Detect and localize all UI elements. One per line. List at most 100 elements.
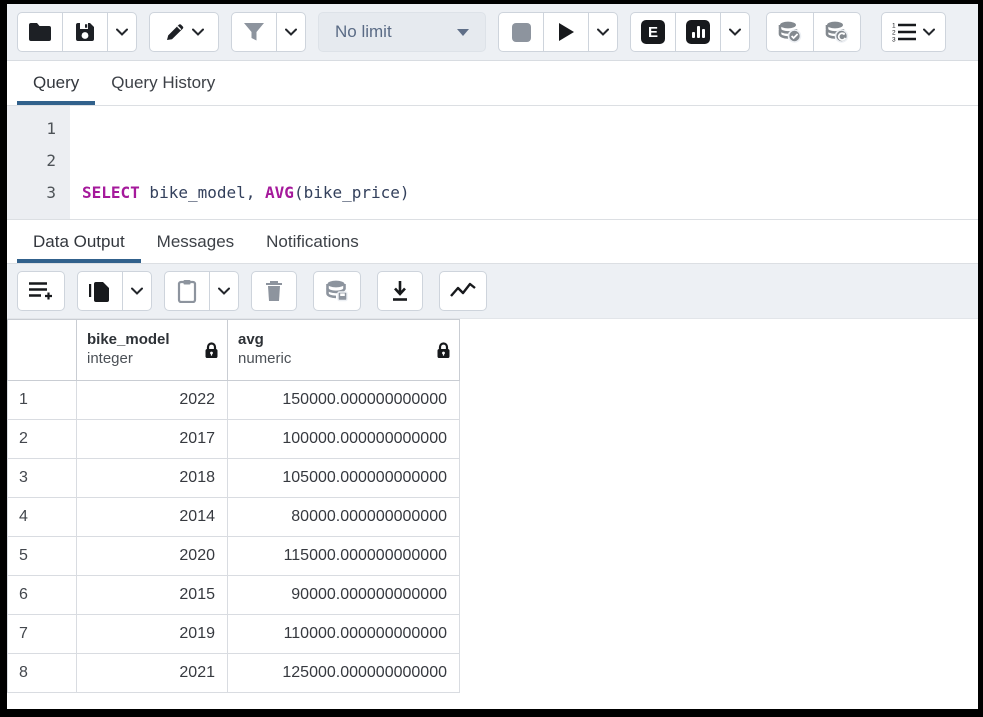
column-type: numeric: [238, 350, 291, 369]
line-number: 3: [7, 177, 56, 209]
row-number-cell[interactable]: 8: [8, 654, 77, 693]
stop-icon: [512, 23, 531, 42]
tab-messages[interactable]: Messages: [141, 220, 250, 263]
cancel-query-button[interactable]: [498, 12, 544, 52]
output-toolbar: [7, 264, 978, 319]
avg-cell[interactable]: 90000.000000000000: [228, 576, 460, 615]
row-number-cell[interactable]: 1: [8, 381, 77, 420]
column-header-bike-model[interactable]: bike_model integer: [77, 320, 228, 381]
download-results-button[interactable]: [377, 271, 423, 311]
save-floppy-icon: [74, 21, 96, 43]
chevron-down-icon: [729, 28, 741, 36]
edit-dropdown-button[interactable]: [149, 12, 219, 52]
row-number-cell[interactable]: 3: [8, 459, 77, 498]
save-data-changes-button[interactable]: [313, 271, 361, 311]
tab-query-history[interactable]: Query History: [95, 61, 231, 105]
table-row: 6 2015 90000.000000000000: [8, 576, 460, 615]
copy-icon: [89, 279, 111, 303]
line-number: 2: [7, 145, 56, 177]
explain-button[interactable]: E: [630, 12, 676, 52]
copy-button[interactable]: [77, 271, 123, 311]
avg-cell[interactable]: 105000.000000000000: [228, 459, 460, 498]
paste-button[interactable]: [164, 271, 210, 311]
bike-model-cell[interactable]: 2022: [77, 381, 228, 420]
lock-icon: [436, 342, 451, 359]
table-row: 1 2022 150000.000000000000: [8, 381, 460, 420]
avg-cell[interactable]: 80000.000000000000: [228, 498, 460, 537]
bike-model-cell[interactable]: 2018: [77, 459, 228, 498]
save-file-button[interactable]: [62, 12, 108, 52]
bike-model-cell[interactable]: 2021: [77, 654, 228, 693]
save-options-dropdown[interactable]: [107, 12, 137, 52]
sql-keyword: SELECT: [82, 183, 140, 202]
bike-model-cell[interactable]: 2015: [77, 576, 228, 615]
chevron-down-icon: [923, 28, 935, 36]
row-number-cell[interactable]: 4: [8, 498, 77, 537]
column-type: integer: [87, 350, 170, 369]
execute-options-dropdown[interactable]: [588, 12, 618, 52]
avg-cell[interactable]: 100000.000000000000: [228, 420, 460, 459]
avg-cell[interactable]: 150000.000000000000: [228, 381, 460, 420]
add-row-button[interactable]: [17, 271, 65, 311]
trash-icon: [265, 280, 283, 302]
pencil-icon: [164, 21, 186, 43]
tab-data-output[interactable]: Data Output: [17, 220, 141, 263]
row-limit-value: No limit: [335, 22, 392, 42]
bike-model-cell[interactable]: 2020: [77, 537, 228, 576]
row-number-cell[interactable]: 7: [8, 615, 77, 654]
filter-options-dropdown[interactable]: [276, 12, 306, 52]
bike-model-cell[interactable]: 2014: [77, 498, 228, 537]
chevron-down-icon: [131, 287, 143, 295]
folder-icon: [28, 22, 52, 42]
chevron-down-icon: [218, 287, 230, 295]
explain-icon: E: [641, 20, 665, 44]
paste-options-dropdown[interactable]: [209, 271, 239, 311]
query-tool-window: No limit E: [0, 0, 983, 717]
filter-button[interactable]: [231, 12, 277, 52]
row-number-cell[interactable]: 6: [8, 576, 77, 615]
sql-editor[interactable]: 1 2 3 SELECT bike_model, AVG(bike_price)…: [7, 106, 978, 220]
avg-cell[interactable]: 115000.000000000000: [228, 537, 460, 576]
lock-icon: [204, 342, 219, 359]
download-icon: [391, 280, 409, 302]
macros-button[interactable]: 123: [881, 12, 946, 52]
commit-button[interactable]: [766, 12, 814, 52]
row-number-header[interactable]: [8, 320, 77, 381]
numbered-list-icon: 123: [892, 21, 918, 43]
rollback-button[interactable]: [813, 12, 861, 52]
avg-cell[interactable]: 110000.000000000000: [228, 615, 460, 654]
select-arrow-icon: [457, 29, 469, 36]
avg-cell[interactable]: 125000.000000000000: [228, 654, 460, 693]
output-tab-bar: Data Output Messages Notifications: [7, 220, 978, 264]
row-number-cell[interactable]: 2: [8, 420, 77, 459]
bike-model-cell[interactable]: 2017: [77, 420, 228, 459]
sql-text: bike_model,: [140, 183, 265, 202]
sql-code[interactable]: SELECT bike_model, AVG(bike_price) FROM …: [70, 106, 410, 219]
table-header-row: bike_model integer avg nume: [8, 320, 460, 381]
bike-model-cell[interactable]: 2019: [77, 615, 228, 654]
data-output-panel: bike_model integer avg nume: [7, 319, 978, 709]
row-limit-select[interactable]: No limit: [318, 12, 486, 52]
svg-text:3: 3: [892, 37, 896, 44]
line-chart-icon: [450, 282, 476, 300]
table-row: 5 2020 115000.000000000000: [8, 537, 460, 576]
table-row: 7 2019 110000.000000000000: [8, 615, 460, 654]
main-toolbar: No limit E: [7, 4, 978, 61]
editor-tab-bar: Query Query History: [7, 61, 978, 106]
column-header-avg[interactable]: avg numeric: [228, 320, 460, 381]
chevron-down-icon: [597, 28, 609, 36]
explain-options-dropdown[interactable]: [720, 12, 750, 52]
line-number-gutter: 1 2 3: [7, 106, 70, 219]
delete-row-button[interactable]: [251, 271, 297, 311]
copy-options-dropdown[interactable]: [122, 271, 152, 311]
table-row: 3 2018 105000.000000000000: [8, 459, 460, 498]
open-file-button[interactable]: [17, 12, 63, 52]
explain-analyze-button[interactable]: [675, 12, 721, 52]
play-icon: [557, 22, 575, 42]
chevron-down-icon: [285, 28, 297, 36]
execute-query-button[interactable]: [543, 12, 589, 52]
row-number-cell[interactable]: 5: [8, 537, 77, 576]
graph-visualiser-button[interactable]: [439, 271, 487, 311]
tab-query[interactable]: Query: [17, 61, 95, 105]
tab-notifications[interactable]: Notifications: [250, 220, 375, 263]
